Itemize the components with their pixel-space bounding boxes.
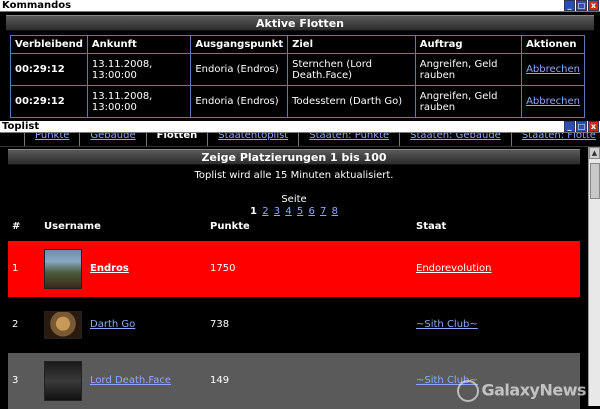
tab-staaten-flotte[interactable]: Staaten: Flotte (510, 133, 600, 146)
scrollbar[interactable]: ▲ (588, 147, 600, 406)
table-row: 2 Darth Go 738 ~Sith Club~ (8, 297, 580, 353)
toplist-tabs: Punkte Gebäude Flotten Staatentoplist St… (0, 133, 600, 147)
rank: 2 (12, 319, 19, 330)
remaining-time: 00:29:12 (10, 53, 88, 86)
points: 1750 (210, 263, 236, 274)
target: Todesstern (Darth Go) (287, 85, 416, 118)
active-fleets-header: Aktive Flotten (6, 15, 594, 31)
avatar (44, 249, 82, 289)
origin: Endoria (Endros) (190, 85, 289, 118)
col-remaining: Verbleibend (10, 35, 88, 54)
kommandos-window: Kommandos _ □ x Aktive Flotten Verbleibe… (0, 0, 600, 124)
toplist-title: Toplist (2, 121, 40, 132)
remaining-time: 00:29:12 (10, 85, 88, 118)
col-points: Punkte (210, 221, 250, 232)
page-link[interactable]: 2 (262, 206, 268, 217)
fleet-table: Verbleibend Ankunft Ausgangspunkt Ziel A… (10, 35, 585, 118)
points: 738 (210, 319, 230, 330)
maximize-button[interactable]: □ (576, 0, 587, 11)
order: Angreifen, Geld rauben (414, 85, 523, 118)
fleet-table-header: Verbleibend Ankunft Ausgangspunkt Ziel A… (10, 35, 585, 54)
kommandos-titlebar[interactable]: Kommandos _ □ x (0, 0, 600, 12)
update-info: Toplist wird alle 15 Minuten aktualisier… (194, 170, 394, 181)
tab-punkte[interactable]: Punkte (24, 133, 79, 146)
ranking-table-header: # Username Punkte Staat (8, 221, 580, 241)
tab-staaten-punkte[interactable]: Staaten: Punkte (298, 133, 399, 146)
avatar (44, 361, 82, 401)
points: 149 (210, 375, 230, 386)
table-row: 1 Endros 1750 Endorevolution (8, 241, 580, 297)
maximize-button[interactable]: □ (576, 121, 587, 132)
page-link[interactable]: 7 (320, 206, 326, 217)
state-link[interactable]: ~Sith Club~ (416, 319, 478, 330)
col-rank: # (12, 221, 21, 232)
close-button[interactable]: x (588, 121, 599, 132)
page-link[interactable]: 3 (274, 206, 280, 217)
minimize-button[interactable]: _ (564, 121, 575, 132)
ranking-header: Zeige Platzierungen 1 bis 100 (8, 149, 580, 165)
arrival-time: 13.11.2008, 13:00:00 (86, 85, 192, 118)
col-target: Ziel (287, 35, 416, 54)
page-link[interactable]: 5 (297, 206, 303, 217)
watermark: GalaxyNews (457, 380, 586, 402)
order: Angreifen, Geld rauben (414, 53, 523, 86)
table-row: 00:29:12 13.11.2008, 13:00:00 Endoria (E… (10, 85, 585, 118)
col-origin: Ausgangspunkt (190, 35, 289, 54)
col-arrival: Ankunft (86, 35, 192, 54)
target: Sternchen (Lord Death.Face) (287, 53, 416, 86)
toplist-window: Toplist _ □ x Punkte Gebäude Flotten Sta… (0, 121, 600, 409)
current-page: 1 (250, 206, 258, 217)
cancel-link[interactable]: Abbrechen (526, 96, 580, 107)
close-button[interactable]: x (588, 0, 599, 11)
page-link[interactable]: 6 (308, 206, 314, 217)
cancel-link[interactable]: Abbrechen (526, 64, 580, 75)
scroll-up-icon[interactable]: ▲ (589, 147, 600, 159)
pagination: 1 2 3 4 5 6 7 8 (8, 206, 580, 217)
col-username: Username (44, 221, 101, 232)
username-link[interactable]: Darth Go (90, 319, 135, 330)
origin: Endoria (Endros) (190, 53, 289, 86)
username-link[interactable]: Lord Death.Face (90, 375, 171, 386)
toplist-titlebar[interactable]: Toplist _ □ x (0, 121, 600, 133)
scroll-thumb[interactable] (590, 163, 600, 199)
tab-gebaeude[interactable]: Gebäude (79, 133, 145, 146)
arrival-time: 13.11.2008, 13:00:00 (86, 53, 192, 86)
watermark-text: GalaxyNews (481, 380, 586, 400)
avatar (44, 311, 82, 339)
col-order: Auftrag (414, 35, 523, 54)
page-label: Seite (281, 194, 307, 205)
tab-flotten[interactable]: Flotten (145, 133, 208, 146)
tab-staatentoplist[interactable]: Staatentoplist (207, 133, 298, 146)
col-state: Staat (416, 221, 447, 232)
state-link[interactable]: Endorevolution (416, 263, 491, 274)
col-actions: Aktionen (521, 35, 585, 54)
kommandos-title: Kommandos (2, 0, 72, 11)
minimize-button[interactable]: _ (564, 0, 575, 11)
username-link[interactable]: Endros (90, 263, 129, 274)
tab-staaten-gebaeude[interactable]: Staaten: Gebäude (399, 133, 511, 146)
page-link[interactable]: 8 (332, 206, 338, 217)
table-row: 00:29:12 13.11.2008, 13:00:00 Endoria (E… (10, 53, 585, 86)
page-link[interactable]: 4 (285, 206, 291, 217)
rank: 3 (12, 375, 19, 386)
galaxy-logo-icon (457, 380, 480, 402)
rank: 1 (12, 263, 19, 274)
